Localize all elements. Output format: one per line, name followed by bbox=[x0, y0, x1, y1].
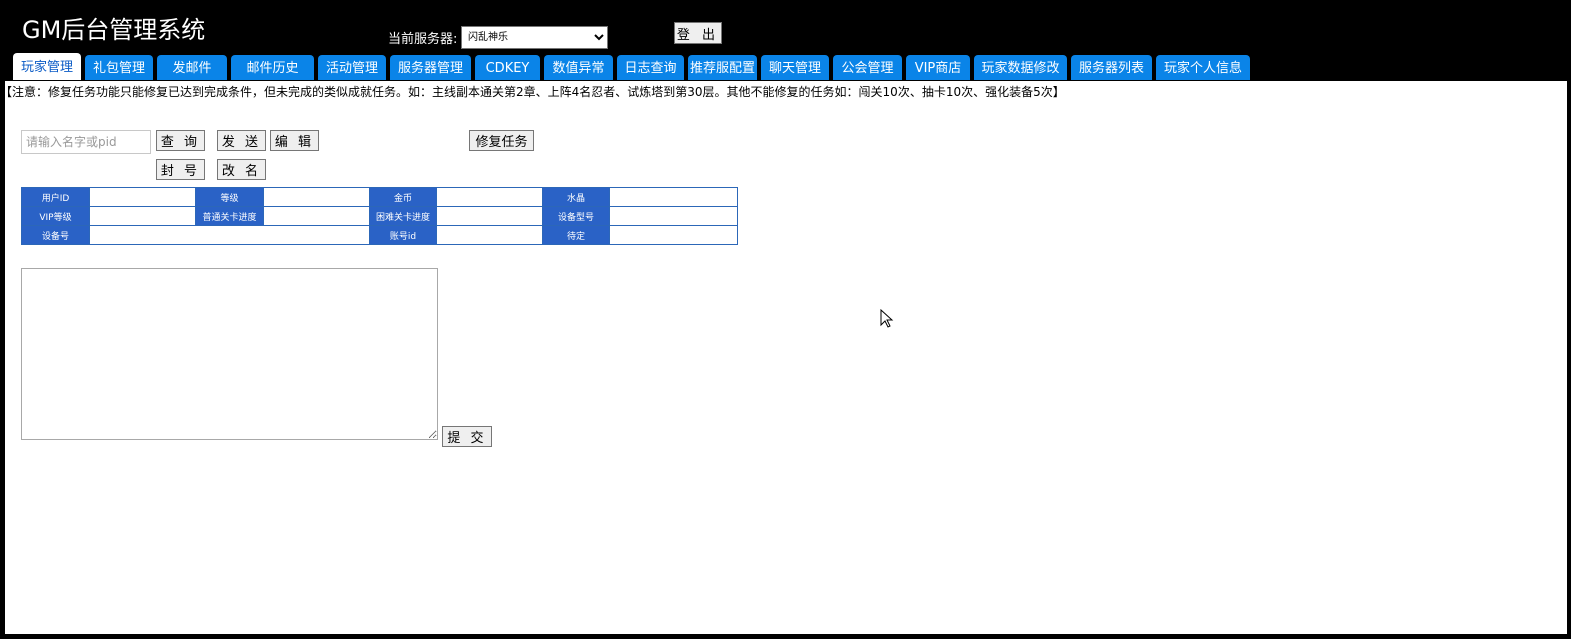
tab-chat-management[interactable]: 聊天管理 bbox=[761, 55, 829, 80]
query-button[interactable]: 查 询 bbox=[156, 130, 205, 151]
send-button[interactable]: 发 送 bbox=[217, 130, 266, 151]
header-gold: 金币 bbox=[369, 187, 437, 207]
header-normal-stage-progress: 普通关卡进度 bbox=[195, 206, 264, 226]
value-user-id bbox=[89, 187, 196, 207]
value-account-id bbox=[436, 225, 543, 245]
submit-button[interactable]: 提 交 bbox=[442, 426, 492, 447]
header-tbd: 待定 bbox=[542, 225, 610, 245]
search-input[interactable] bbox=[21, 130, 151, 154]
value-level bbox=[263, 187, 370, 207]
tab-guild-management[interactable]: 公会管理 bbox=[833, 55, 902, 80]
tab-server-management[interactable]: 服务器管理 bbox=[390, 55, 471, 80]
header-user-id: 用户ID bbox=[21, 187, 90, 207]
header-level: 等级 bbox=[195, 187, 264, 207]
tab-vip-shop[interactable]: VIP商店 bbox=[906, 55, 970, 80]
tab-activity-management[interactable]: 活动管理 bbox=[318, 55, 386, 80]
main-content: 【注意：修复任务功能只能修复已达到完成条件，但未完成的类似成就任务。如：主线副本… bbox=[0, 81, 1567, 634]
value-tbd bbox=[609, 225, 738, 245]
value-normal-stage-progress bbox=[263, 206, 370, 226]
tab-value-anomaly[interactable]: 数值异常 bbox=[544, 55, 613, 80]
tab-player-personal-info[interactable]: 玩家个人信息 bbox=[1156, 55, 1250, 80]
tab-recommended-server-config[interactable]: 推荐服配置 bbox=[688, 55, 757, 80]
player-info-table: 用户ID 等级 金币 水晶 VIP等级 普通关卡进度 困难关卡进度 设备型号 设… bbox=[21, 187, 738, 245]
main-nav-tabs: 玩家管理 礼包管理 发邮件 邮件历史 活动管理 服务器管理 CDKEY 数值异常… bbox=[13, 53, 1254, 81]
mouse-cursor-icon bbox=[880, 309, 894, 328]
header-account-id: 账号id bbox=[369, 225, 437, 245]
value-crystal bbox=[609, 187, 738, 207]
notice-text: 【注意：修复任务功能只能修复已达到完成条件，但未完成的类似成就任务。如：主线副本… bbox=[0, 85, 1065, 99]
value-device-id bbox=[89, 225, 370, 245]
tab-server-list[interactable]: 服务器列表 bbox=[1071, 55, 1152, 80]
tab-mail-history[interactable]: 邮件历史 bbox=[231, 55, 314, 80]
system-title: GM后台管理系统 bbox=[22, 16, 206, 44]
table-row: 用户ID 等级 金币 水晶 bbox=[21, 187, 738, 207]
repair-task-button[interactable]: 修复任务 bbox=[469, 130, 534, 151]
header-device-id: 设备号 bbox=[21, 225, 90, 245]
tab-gift-management[interactable]: 礼包管理 bbox=[85, 55, 153, 80]
header-vip-level: VIP等级 bbox=[21, 206, 90, 226]
value-gold bbox=[436, 187, 543, 207]
ban-button[interactable]: 封 号 bbox=[156, 159, 205, 180]
server-select[interactable]: 闪乱神乐 bbox=[461, 26, 608, 49]
content-textarea[interactable] bbox=[21, 268, 438, 440]
rename-button[interactable]: 改 名 bbox=[217, 159, 266, 180]
tab-send-mail[interactable]: 发邮件 bbox=[157, 55, 227, 80]
table-row: 设备号 账号id 待定 bbox=[21, 225, 738, 245]
tab-cdkey[interactable]: CDKEY bbox=[475, 55, 540, 80]
tab-player-data-edit[interactable]: 玩家数据修改 bbox=[974, 55, 1067, 80]
table-row: VIP等级 普通关卡进度 困难关卡进度 设备型号 bbox=[21, 206, 738, 226]
edit-button[interactable]: 编 辑 bbox=[270, 130, 319, 151]
tab-player-management[interactable]: 玩家管理 bbox=[13, 53, 81, 80]
value-hard-stage-progress bbox=[436, 206, 543, 226]
logout-button[interactable]: 登 出 bbox=[674, 22, 722, 44]
header-hard-stage-progress: 困难关卡进度 bbox=[369, 206, 437, 226]
value-device-model bbox=[609, 206, 738, 226]
value-vip-level bbox=[89, 206, 196, 226]
tab-log-query[interactable]: 日志查询 bbox=[617, 55, 684, 80]
header-device-model: 设备型号 bbox=[542, 206, 610, 226]
header-crystal: 水晶 bbox=[542, 187, 610, 207]
server-label: 当前服务器: bbox=[388, 32, 458, 47]
